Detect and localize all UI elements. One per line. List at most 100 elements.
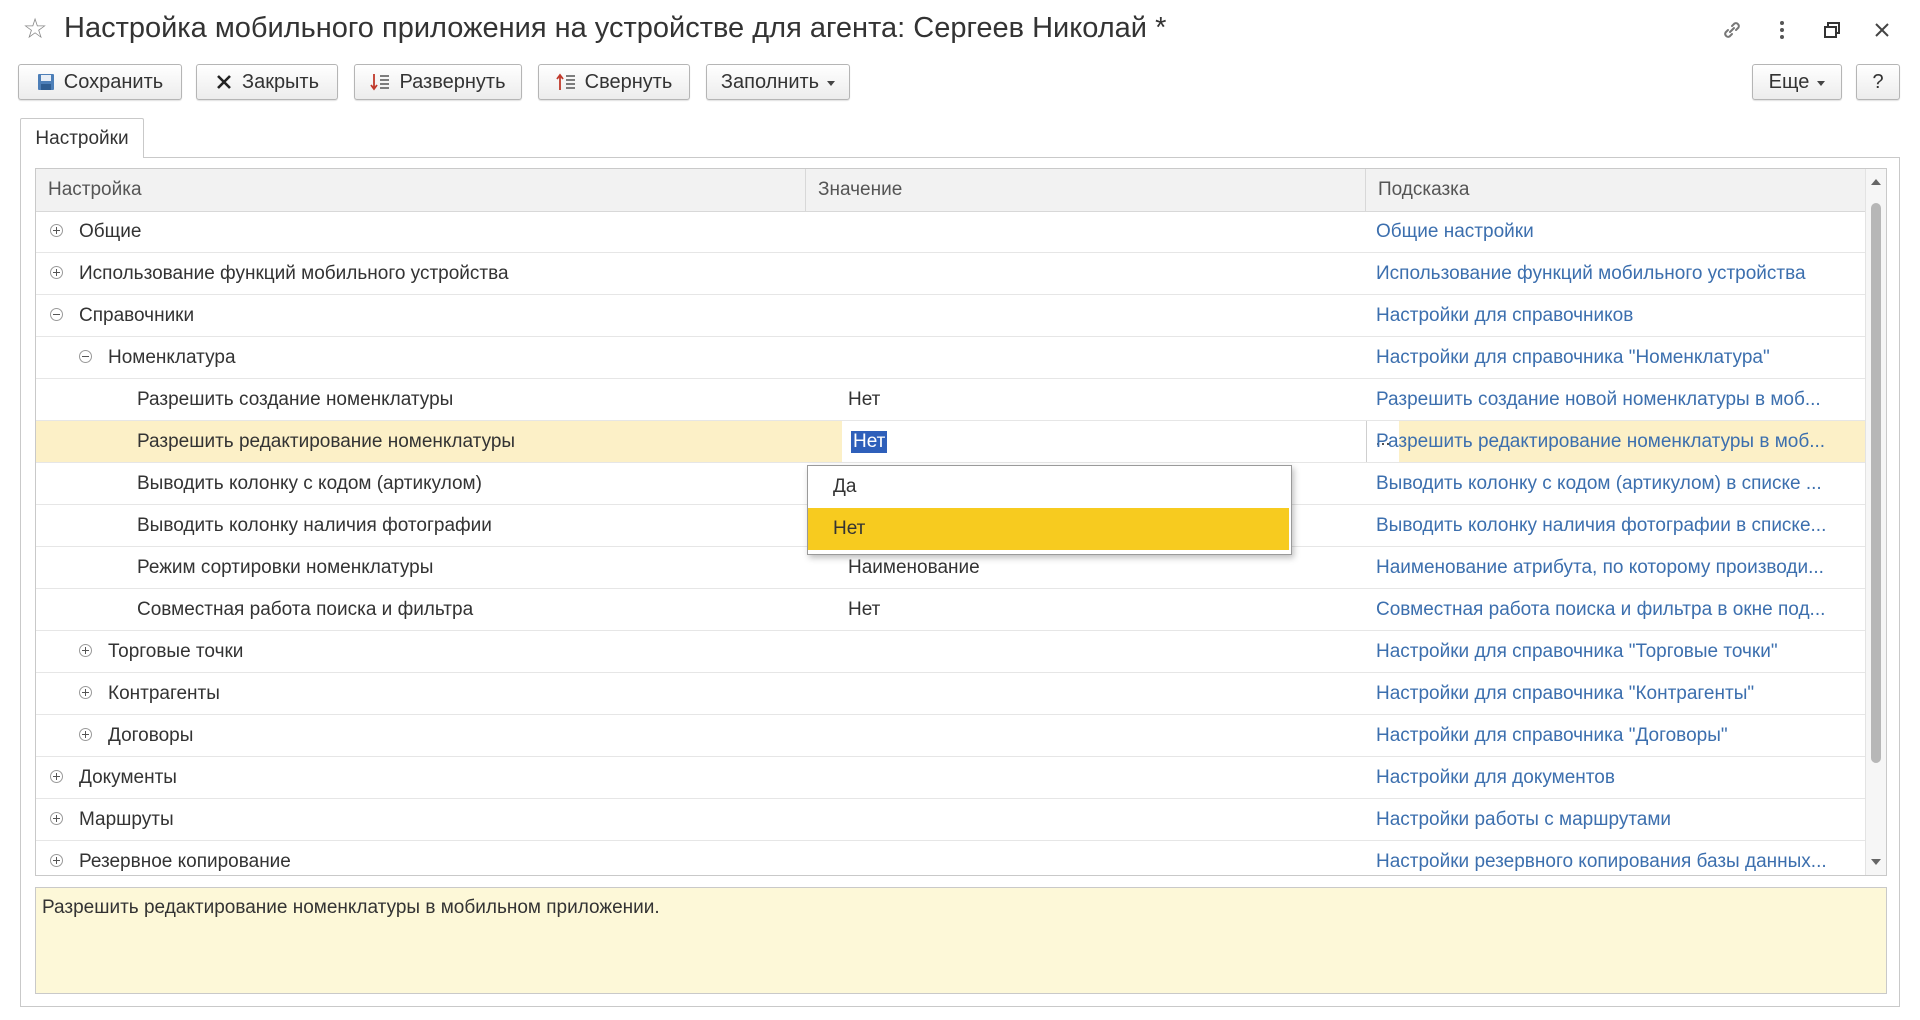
table-row[interactable]: Документы Настройки для документов: [36, 757, 1866, 799]
row-hint-link[interactable]: Настройки для справочников: [1376, 295, 1864, 336]
table-row[interactable]: Контрагенты Настройки для справочника "К…: [36, 673, 1866, 715]
more-button-label: Еще: [1768, 70, 1810, 93]
row-hint-link[interactable]: Разрешить создание новой номенклатуры в …: [1376, 379, 1864, 420]
floppy-disk-icon: [37, 73, 55, 91]
column-header-value[interactable]: Значение: [806, 169, 1366, 211]
expand-plus-icon[interactable]: [50, 265, 63, 279]
more-vertical-icon[interactable]: [1764, 14, 1800, 46]
row-name-cell: Маршруты: [36, 799, 850, 840]
link-icon[interactable]: [1714, 14, 1750, 46]
row-hint-link[interactable]: Выводить колонку наличия фотографии в сп…: [1376, 505, 1864, 546]
row-hint-link[interactable]: Настройки для справочника "Номенклатура": [1376, 337, 1864, 378]
table-row[interactable]: Общие Общие настройки: [36, 211, 1866, 253]
tab-settings-label: Настройки: [35, 127, 129, 149]
row-hint-link[interactable]: Использование функций мобильного устройс…: [1376, 253, 1864, 294]
row-name-cell: Использование функций мобильного устройс…: [36, 253, 850, 294]
tab-settings[interactable]: Настройки: [20, 118, 144, 158]
row-name-cell: Справочники: [36, 295, 850, 336]
row-name-cell: Номенклатура: [36, 337, 879, 378]
table-row[interactable]: Разрешить создание номенклатуры Нет Разр…: [36, 379, 1866, 421]
expand-plus-icon[interactable]: [79, 727, 92, 741]
row-name-cell: Договоры: [36, 715, 879, 756]
more-button[interactable]: Еще: [1752, 64, 1842, 100]
chevron-down-icon: [827, 80, 836, 86]
row-name-cell: Торговые точки: [36, 631, 879, 672]
row-value[interactable]: Нет: [848, 379, 1388, 420]
collapse-minus-icon[interactable]: [50, 307, 63, 321]
fill-button-label: Заполнить: [720, 70, 820, 93]
row-name: Резервное копирование: [79, 851, 291, 872]
close-button-label: Закрыть: [241, 70, 320, 93]
row-name: Маршруты: [79, 809, 174, 830]
row-hint-link[interactable]: Совместная работа поиска и фильтра в окн…: [1376, 589, 1864, 630]
collapse-minus-icon[interactable]: [79, 349, 92, 363]
row-hint-link[interactable]: Разрешить редактирование номенклатуры в …: [1376, 421, 1864, 462]
table-row[interactable]: Использование функций мобильного устройс…: [36, 253, 1866, 295]
row-hint-link[interactable]: Общие настройки: [1376, 211, 1864, 252]
restore-icon[interactable]: [1814, 14, 1850, 46]
table-row[interactable]: Торговые точки Настройки для справочника…: [36, 631, 1866, 673]
row-name: Разрешить редактирование номенклатуры: [137, 431, 516, 452]
table-row[interactable]: Номенклатура Настройки для справочника "…: [36, 337, 1866, 379]
expand-plus-icon[interactable]: [50, 853, 63, 867]
dropdown-option-yes[interactable]: Да: [808, 466, 1289, 508]
close-button[interactable]: Закрыть: [196, 64, 338, 100]
save-button[interactable]: Сохранить: [18, 64, 182, 100]
expand-plus-icon[interactable]: [50, 223, 63, 237]
expand-plus-icon[interactable]: [79, 685, 92, 699]
row-hint-link[interactable]: Выводить колонку с кодом (артикулом) в с…: [1376, 463, 1864, 504]
scroll-down-arrow-icon[interactable]: [1871, 859, 1881, 865]
row-name: Номенклатура: [108, 347, 236, 368]
row-name: Торговые точки: [108, 641, 244, 662]
row-name-cell: Резервное копирование: [36, 841, 850, 875]
table-row[interactable]: Договоры Настройки для справочника "Дого…: [36, 715, 1866, 757]
dropdown-option-no[interactable]: Нет: [808, 508, 1289, 550]
row-name: Выводить колонку с кодом (артикулом): [137, 473, 482, 494]
row-name: Режим сортировки номенклатуры: [137, 557, 434, 578]
row-name-cell: Контрагенты: [36, 673, 879, 714]
vertical-scrollbar[interactable]: [1865, 169, 1886, 875]
row-name-cell: Документы: [36, 757, 850, 798]
close-icon[interactable]: [1864, 14, 1900, 46]
expand-button[interactable]: Развернуть: [354, 64, 522, 100]
column-header-setting[interactable]: Настройка: [36, 169, 806, 211]
collapse-button[interactable]: Свернуть: [538, 64, 690, 100]
row-name: Документы: [79, 767, 177, 788]
value-edit-field[interactable]: Нет: [842, 421, 1375, 462]
title-bar: ☆ Настройка мобильного приложения на уст…: [0, 0, 1920, 60]
expand-button-label: Развернуть: [399, 70, 506, 93]
fill-dropdown-button[interactable]: Заполнить: [706, 64, 850, 100]
table-row[interactable]: Справочники Настройки для справочников: [36, 295, 1866, 337]
window-title: Настройка мобильного приложения на устро…: [64, 12, 1167, 44]
row-value[interactable]: Нет: [848, 589, 1388, 630]
scrollbar-thumb[interactable]: [1871, 203, 1881, 763]
star-icon[interactable]: ☆: [20, 14, 50, 44]
expand-plus-icon[interactable]: [79, 643, 92, 657]
row-name: Совместная работа поиска и фильтра: [137, 599, 474, 620]
table-row-selected[interactable]: Разрешить редактирование номенклатуры Не…: [36, 421, 1866, 463]
row-hint-link[interactable]: Настройки для справочника "Контрагенты": [1376, 673, 1864, 714]
table-row[interactable]: Совместная работа поиска и фильтра Нет С…: [36, 589, 1866, 631]
help-button[interactable]: ?: [1856, 64, 1900, 100]
row-hint-link[interactable]: Настройки для справочника "Договоры": [1376, 715, 1864, 756]
row-name: Договоры: [108, 725, 194, 746]
table-row[interactable]: Резервное копирование Настройки резервно…: [36, 841, 1866, 875]
save-button-label: Сохранить: [63, 70, 164, 93]
row-name: Использование функций мобильного устройс…: [79, 263, 509, 284]
column-header-hint[interactable]: Подсказка: [1366, 169, 1866, 211]
row-hint-link[interactable]: Наименование атрибута, по которому произ…: [1376, 547, 1864, 588]
table-row[interactable]: Маршруты Настройки работы с маршрутами: [36, 799, 1866, 841]
row-hint-link[interactable]: Настройки резервного копирования базы да…: [1376, 841, 1864, 875]
expand-icon: [370, 72, 390, 92]
row-hint-link[interactable]: Настройки для справочника "Торговые точк…: [1376, 631, 1864, 672]
expand-plus-icon[interactable]: [50, 769, 63, 783]
row-name-cell: Общие: [36, 211, 850, 252]
scroll-up-arrow-icon[interactable]: [1871, 179, 1881, 185]
hint-description-box: Разрешить редактирование номенклатуры в …: [35, 887, 1887, 994]
expand-plus-icon[interactable]: [50, 811, 63, 825]
toolbar: Сохранить Закрыть Развернуть Свернуть За…: [18, 64, 1902, 100]
help-button-label: ?: [1872, 70, 1884, 93]
chevron-down-icon: [1817, 80, 1826, 86]
row-hint-link[interactable]: Настройки работы с маршрутами: [1376, 799, 1864, 840]
row-hint-link[interactable]: Настройки для документов: [1376, 757, 1864, 798]
